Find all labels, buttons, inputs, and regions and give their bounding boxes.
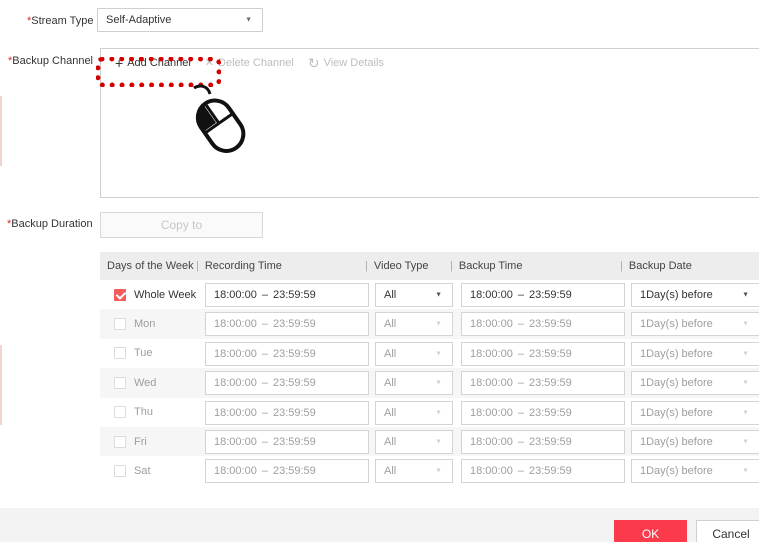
backup-time-input[interactable]: 18:00:00–23:59:59 [461, 400, 625, 425]
backup-channel-label: *Backup Channel [8, 55, 94, 67]
video-type-select[interactable]: All ▼ [375, 400, 453, 425]
recording-time-input[interactable]: 18:00:00–23:59:59 [205, 459, 369, 484]
chevron-down-icon: ▼ [742, 409, 749, 417]
day-label: Thu [134, 406, 153, 419]
table-row: Fri 18:00:00–23:59:59 All ▼ 18:00:00–23:59:5… [100, 426, 759, 457]
stream-type-select[interactable]: Self-Adaptive ▼ [97, 8, 263, 32]
recording-time-input[interactable]: 18:00:00–23:59:59 [205, 371, 369, 396]
header-video-type: | Video Type [365, 260, 429, 272]
day-label: Tue [134, 347, 153, 360]
chevron-down-icon: ▼ [435, 467, 442, 475]
view-details-button[interactable]: ↻ View Details [308, 56, 384, 70]
view-details-label: View Details [323, 57, 384, 69]
recording-time-input[interactable]: 18:00:00–23:59:59 [205, 341, 369, 366]
backup-time-input[interactable]: 18:00:00–23:59:59 [461, 371, 625, 396]
chevron-down-icon: ▼ [435, 438, 442, 446]
backup-date-select[interactable]: 1Day(s) before ▼ [631, 371, 759, 396]
video-type-select[interactable]: All ▼ [375, 459, 453, 484]
table-header: Days of the Week | Recording Time | Video … [100, 252, 759, 280]
left-edge-strip [0, 345, 2, 425]
day-checkbox[interactable] [114, 376, 126, 389]
day-checkbox[interactable] [114, 288, 126, 301]
chevron-down-icon: ▼ [742, 350, 749, 358]
backup-duration-label: *Backup Duration [7, 218, 93, 230]
day-label: Whole Week [134, 288, 197, 301]
day-checkbox[interactable] [114, 465, 126, 478]
day-label: Sat [134, 465, 151, 478]
day-label: Fri [134, 435, 147, 448]
backup-time-input[interactable]: 18:00:00–23:59:59 [461, 312, 625, 337]
chevron-down-icon: ▼ [742, 320, 749, 328]
stream-type-value: Self-Adaptive [106, 14, 172, 26]
video-type-select[interactable]: All ▼ [375, 283, 453, 307]
chevron-down-icon: ▼ [435, 291, 442, 299]
day-checkbox[interactable] [114, 406, 126, 419]
left-edge-strip [0, 96, 2, 166]
day-label: Wed [134, 376, 157, 389]
recording-time-input[interactable]: 18:00:00–23:59:59 [205, 400, 369, 425]
table-row: Whole Week 18:00:00–23:59:59 All ▼ 18:00:00–… [100, 280, 759, 309]
video-type-select[interactable]: All ▼ [375, 429, 453, 454]
day-checkbox[interactable] [114, 318, 126, 331]
stream-type-label: *Stream Type [27, 15, 94, 27]
ok-button[interactable]: OK [614, 520, 687, 542]
backup-date-select[interactable]: 1Day(s) before ▼ [631, 400, 759, 425]
header-backup-time: | Backup Time [450, 260, 523, 272]
video-type-select[interactable]: All ▼ [375, 312, 453, 337]
copy-to-button[interactable]: Copy to [100, 212, 263, 238]
backup-time-input[interactable]: 18:00:00–23:59:59 [461, 459, 625, 484]
refresh-icon: ↻ [307, 55, 320, 71]
cancel-button[interactable]: Cancel [696, 520, 759, 542]
backup-date-select[interactable]: 1Day(s) before ▼ [631, 312, 759, 337]
backup-time-input[interactable]: 18:00:00–23:59:59 [461, 429, 625, 454]
recording-time-input[interactable]: 18:00:00–23:59:59 [205, 312, 369, 337]
backup-date-select[interactable]: 1Day(s) before ▼ [631, 341, 759, 366]
header-recording-time: | Recording Time [196, 260, 282, 272]
day-checkbox[interactable] [114, 435, 126, 448]
chevron-down-icon: ▼ [742, 467, 749, 475]
chevron-down-icon: ▼ [245, 16, 252, 24]
table-row: Wed 18:00:00–23:59:59 All ▼ 18:00:00–23:59:5… [100, 368, 759, 398]
chevron-down-icon: ▼ [742, 379, 749, 387]
chevron-down-icon: ▼ [435, 379, 442, 387]
backup-date-select[interactable]: 1Day(s) before ▼ [631, 283, 759, 307]
chevron-down-icon: ▼ [742, 291, 749, 299]
chevron-down-icon: ▼ [435, 409, 442, 417]
backup-date-select[interactable]: 1Day(s) before ▼ [631, 429, 759, 454]
chevron-down-icon: ▼ [435, 320, 442, 328]
backup-time-input[interactable]: 18:00:00–23:59:59 [461, 283, 625, 307]
chevron-down-icon: ▼ [742, 438, 749, 446]
backup-time-input[interactable]: 18:00:00–23:59:59 [461, 341, 625, 366]
table-row: Thu 18:00:00–23:59:59 All ▼ 18:00:00–23:59:5… [100, 398, 759, 427]
backup-schedule-table: Days of the Week | Recording Time | Video … [100, 252, 759, 486]
day-checkbox[interactable] [114, 347, 126, 360]
header-backup-date: | Backup Date [620, 260, 692, 272]
recording-time-input[interactable]: 18:00:00–23:59:59 [205, 283, 369, 307]
table-row: Sat 18:00:00–23:59:59 All ▼ 18:00:00–23:59:5… [100, 456, 759, 485]
table-row: Tue 18:00:00–23:59:59 All ▼ 18:00:00–23:59:5… [100, 339, 759, 368]
day-label: Mon [134, 318, 156, 331]
recording-time-input[interactable]: 18:00:00–23:59:59 [205, 429, 369, 454]
backup-date-select[interactable]: 1Day(s) before ▼ [631, 459, 759, 484]
table-row: Mon 18:00:00–23:59:59 All ▼ 18:00:00–23:59:5… [100, 309, 759, 339]
mouse-icon [193, 84, 246, 153]
video-type-select[interactable]: All ▼ [375, 341, 453, 366]
chevron-down-icon: ▼ [435, 350, 442, 358]
delete-channel-label: Delete Channel [218, 57, 294, 69]
video-type-select[interactable]: All ▼ [375, 371, 453, 396]
table-body: Whole Week 18:00:00–23:59:59 All ▼ 18:00:00–… [100, 280, 759, 486]
header-days: Days of the Week [107, 260, 194, 272]
